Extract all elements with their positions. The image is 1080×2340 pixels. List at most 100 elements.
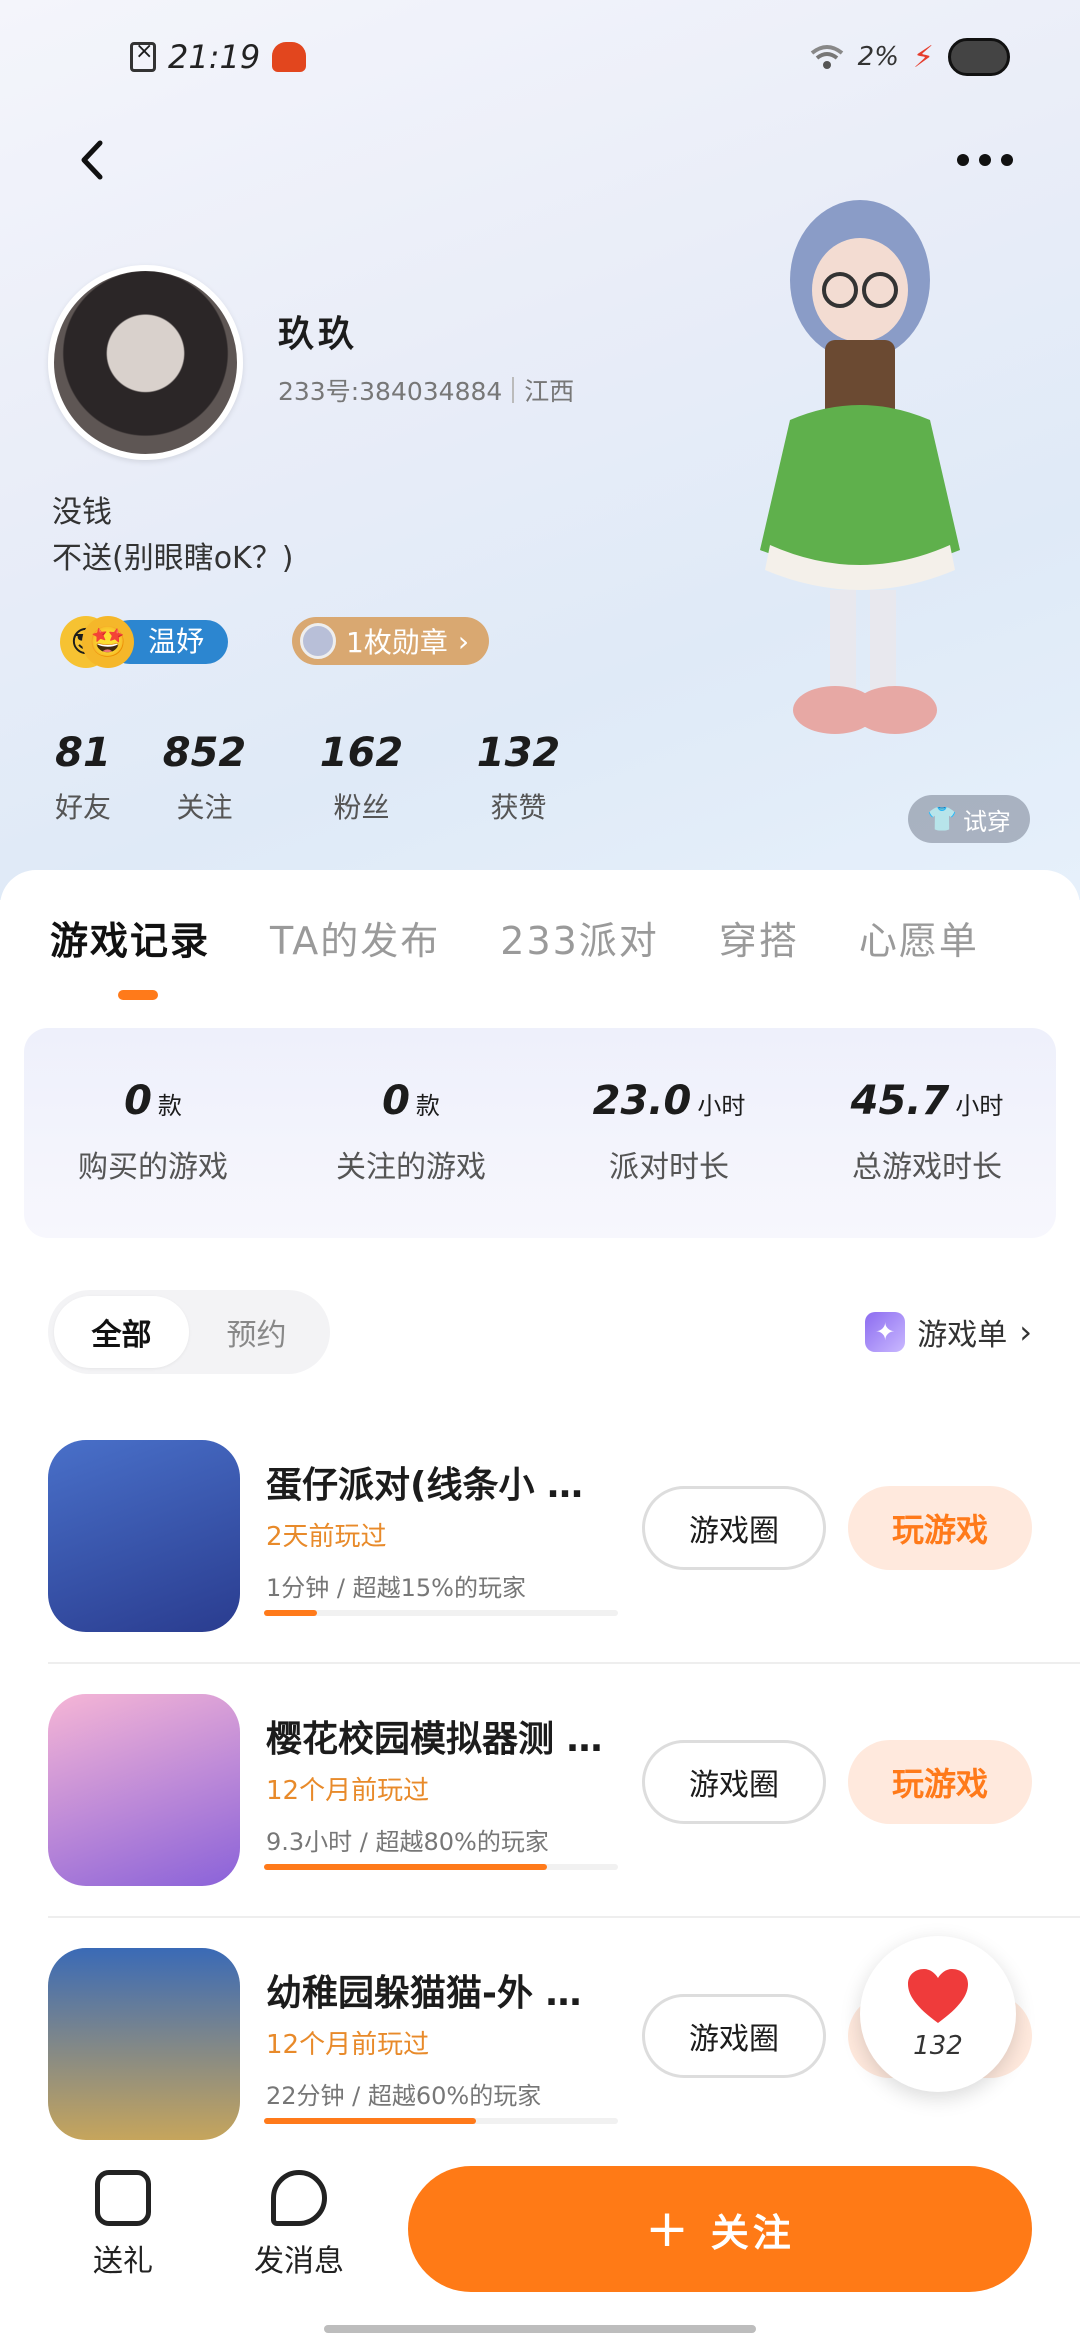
stat-label: 关注 <box>176 791 233 824</box>
medal-icon <box>300 623 336 659</box>
divider <box>512 377 515 403</box>
stat-label: 粉丝 <box>333 791 390 824</box>
game-last-played: 2天前玩过 <box>266 1522 387 1552</box>
game-last-played: 12个月前玩过 <box>266 1776 430 1806</box>
game-icon[interactable] <box>48 1694 240 1886</box>
bottom-action-bar: 送礼 发消息 + 关注 <box>0 2140 1080 2340</box>
stat-label: 获赞 <box>490 791 547 824</box>
summary-purchased[interactable]: 0款 购买的游戏 <box>24 1028 282 1238</box>
summary-unit: 款 <box>415 1092 440 1120</box>
game-progress-bar <box>264 1610 618 1616</box>
sim-off-icon <box>130 39 156 72</box>
summary-value: 45.7 <box>850 1078 950 1124</box>
summary-value: 0 <box>382 1078 410 1124</box>
game-progress-fill <box>264 1864 548 1870</box>
gift-button[interactable]: 送礼 <box>68 2170 178 2280</box>
chevron-left-icon <box>81 140 103 180</box>
profile-stats: 81 好友 852 关注 162 粉丝 132 获赞 <box>40 730 597 826</box>
filter-all[interactable]: 全部 <box>54 1296 189 1368</box>
tab-posts[interactable]: TA的发布 <box>270 910 440 965</box>
summary-value: 0 <box>124 1078 152 1124</box>
profile-meta: 233号:384034884 江西 <box>278 372 574 408</box>
gamelist-link[interactable]: ✦ 游戏单 › <box>865 1310 1032 1354</box>
profile-name: 玖玖 <box>278 314 359 355</box>
medal-label: 1枚勋章 <box>346 626 448 659</box>
avatar-character-figure[interactable] <box>730 190 990 810</box>
tab-game-records[interactable]: 游戏记录 <box>50 910 210 965</box>
summary-label: 关注的游戏 <box>336 1150 486 1185</box>
profile-bio: 没钱 不送(别眼瞎oK？) <box>52 490 293 582</box>
game-meta: 22分钟 / 超越60%的玩家 <box>266 2082 542 2110</box>
game-progress-bar <box>264 1864 618 1870</box>
summary-label: 购买的游戏 <box>78 1150 228 1185</box>
app-notification-icon <box>272 42 307 72</box>
stat-value: 81 <box>55 730 111 776</box>
charging-icon: ⚡ <box>912 39 934 75</box>
bio-line: 没钱 <box>52 495 112 530</box>
plus-icon: + <box>645 2199 693 2259</box>
message-button[interactable]: 发消息 <box>244 2170 354 2280</box>
profile-uid: 233号:384034884 <box>278 377 503 406</box>
gift-label: 送礼 <box>93 2244 153 2279</box>
chevron-right-icon: › <box>1019 1313 1032 1351</box>
stat-friends[interactable]: 81 好友 <box>40 730 126 826</box>
home-indicator[interactable] <box>324 2325 756 2333</box>
chat-bubble-icon <box>271 2170 327 2226</box>
more-button[interactable] <box>950 140 1020 180</box>
stat-fans[interactable]: 162 粉丝 <box>283 730 440 826</box>
game-circle-button[interactable]: 游戏圈 <box>642 1994 826 2078</box>
game-row[interactable]: 蛋仔派对(线条小 … 2天前玩过 1分钟 / 超越15%的玩家 游戏圈 玩游戏 <box>0 1410 1080 1664</box>
star-eyes-emoji-icon: 🤩 <box>82 616 134 668</box>
game-icon[interactable] <box>48 1440 240 1632</box>
medal-badge[interactable]: 1枚勋章 › <box>292 617 490 665</box>
try-on-label: 试穿 <box>962 807 1011 836</box>
game-progress-fill <box>264 1610 318 1616</box>
tab-party[interactable]: 233派对 <box>500 910 659 965</box>
avatar[interactable] <box>48 265 243 460</box>
stat-value: 162 <box>319 730 404 776</box>
filter-reserve[interactable]: 预约 <box>189 1296 324 1368</box>
stat-value: 852 <box>162 730 247 776</box>
game-row[interactable]: 樱花校园模拟器测 … 12个月前玩过 9.3小时 / 超越80%的玩家 游戏圈 … <box>0 1664 1080 1918</box>
game-title: 樱花校园模拟器测 … <box>266 1719 603 1760</box>
more-dots-icon <box>957 154 969 166</box>
game-circle-button[interactable]: 游戏圈 <box>642 1740 826 1824</box>
status-time: 21:19 <box>168 38 261 76</box>
summary-label: 派对时长 <box>609 1150 729 1185</box>
game-title: 蛋仔派对(线条小 … <box>266 1465 583 1506</box>
stat-following[interactable]: 852 关注 <box>126 730 283 826</box>
mood-badge[interactable]: 😎 🤩 温妤 <box>60 616 229 668</box>
game-circle-button[interactable]: 游戏圈 <box>642 1486 826 1570</box>
follow-button[interactable]: + 关注 <box>408 2166 1032 2292</box>
summary-label: 总游戏时长 <box>852 1150 1002 1185</box>
stat-likes[interactable]: 132 获赞 <box>440 730 597 826</box>
try-on-button[interactable]: 👕 试穿 <box>908 795 1030 843</box>
tab-wishlist[interactable]: 心愿单 <box>859 910 979 965</box>
back-button[interactable] <box>70 135 120 185</box>
cloud-icon <box>948 38 1010 76</box>
summary-followed[interactable]: 0款 关注的游戏 <box>282 1028 540 1238</box>
gamelist-label: 游戏单 <box>917 1318 1008 1353</box>
heart-icon <box>908 1969 968 2023</box>
like-count: 132 <box>913 2031 963 2061</box>
summary-party-time[interactable]: 23.0 小时 派对时长 <box>540 1028 798 1238</box>
summary-unit: 小时 <box>955 1092 1004 1120</box>
game-progress-bar <box>264 2118 618 2124</box>
play-game-button[interactable]: 玩游戏 <box>848 1486 1032 1570</box>
game-last-played: 12个月前玩过 <box>266 2030 430 2060</box>
summary-total-time[interactable]: 45.7 小时 总游戏时长 <box>798 1028 1056 1238</box>
summary-unit: 小时 <box>697 1092 746 1120</box>
game-icon[interactable] <box>48 1948 240 2140</box>
stat-value: 132 <box>476 730 561 776</box>
summary-unit: 款 <box>157 1092 182 1120</box>
tab-bar: 游戏记录 TA的发布 233派对 穿搭 心愿单 <box>50 910 979 965</box>
chevron-right-icon: › <box>457 624 470 658</box>
game-title: 幼稚园躲猫猫-外 … <box>266 1973 582 2014</box>
tab-outfits[interactable]: 穿搭 <box>719 910 799 965</box>
status-bar: 21:19 2% ⚡ <box>0 30 1080 90</box>
game-meta: 9.3小时 / 超越80%的玩家 <box>266 1828 549 1856</box>
like-button[interactable]: 132 <box>860 1936 1016 2092</box>
play-game-button[interactable]: 玩游戏 <box>848 1740 1032 1824</box>
follow-label: 关注 <box>710 2210 795 2255</box>
message-label: 发消息 <box>254 2244 344 2279</box>
